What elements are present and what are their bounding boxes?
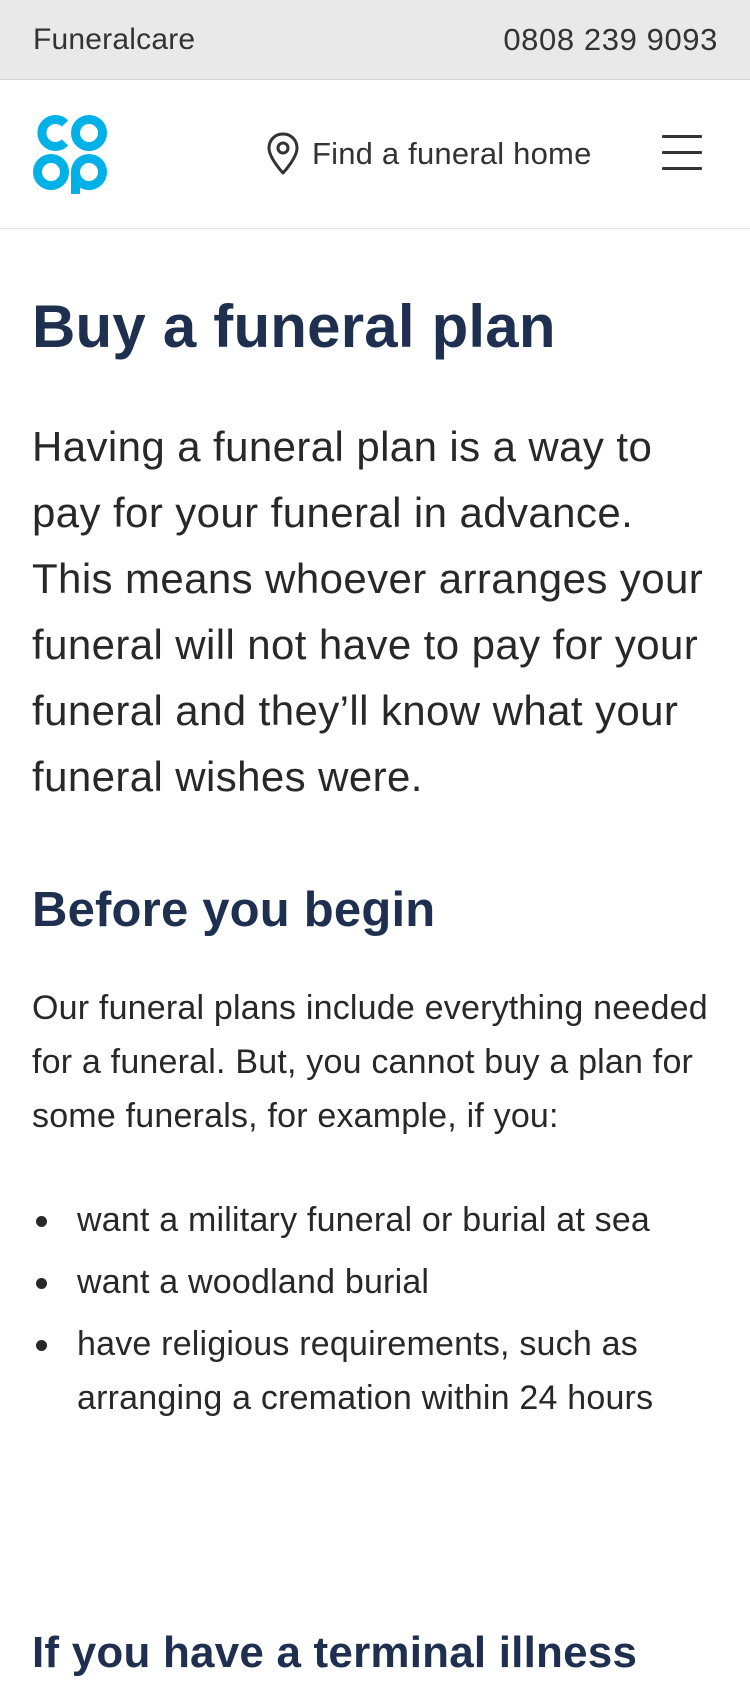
exclusions-list: want a military funeral or burial at sea… xyxy=(32,1193,720,1433)
bullet-icon xyxy=(36,1278,47,1289)
hamburger-menu-icon[interactable] xyxy=(662,135,702,171)
top-bar: Funeralcare 0808 239 9093 xyxy=(0,0,750,80)
find-funeral-home-link[interactable]: Find a funeral home xyxy=(266,131,592,177)
bullet-icon xyxy=(36,1340,47,1351)
section-body-text: Our funeral plans include everything nee… xyxy=(32,989,708,1135)
co-op-logo[interactable] xyxy=(32,112,108,194)
section-heading-before-you-begin: Before you begin xyxy=(32,883,436,937)
brand-label[interactable]: Funeralcare xyxy=(33,23,195,57)
bullet-icon xyxy=(36,1216,47,1227)
phone-number-link[interactable]: 0808 239 9093 xyxy=(503,22,718,58)
intro-paragraph: Having a funeral plan is a way to pay fo… xyxy=(32,423,704,800)
list-item: want a woodland burial xyxy=(32,1255,720,1309)
site-header: Find a funeral home xyxy=(0,81,750,229)
list-item: want a military funeral or burial at sea xyxy=(32,1193,720,1247)
list-item: have religious requirements, such as arr… xyxy=(32,1317,720,1425)
section-heading-terminal-illness: If you have a terminal illness xyxy=(32,1628,638,1677)
page-title: Buy a funeral plan xyxy=(32,293,556,360)
find-funeral-home-label: Find a funeral home xyxy=(312,136,592,171)
location-pin-icon xyxy=(267,132,299,175)
